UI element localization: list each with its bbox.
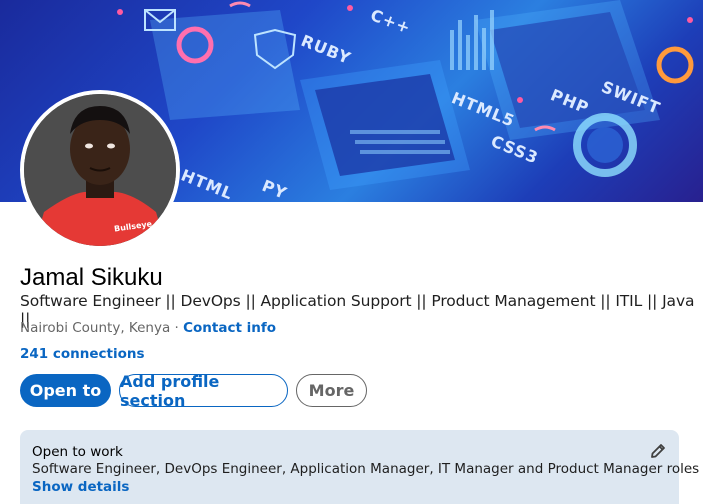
- profile-avatar[interactable]: Bullseye: [20, 90, 180, 250]
- contact-info-link[interactable]: Contact info: [183, 320, 276, 336]
- profile-location: Nairobi County, Kenya: [20, 320, 171, 336]
- location-separator: ·: [170, 320, 184, 336]
- open-to-button[interactable]: Open to: [20, 374, 111, 407]
- show-details-link[interactable]: Show details: [32, 479, 129, 495]
- avatar-photo: [24, 94, 176, 246]
- connections-link[interactable]: 241 connections: [20, 346, 145, 362]
- add-profile-section-button[interactable]: Add profile section: [119, 372, 288, 410]
- open-to-work-title: Open to work: [32, 444, 123, 460]
- more-button[interactable]: More: [296, 374, 367, 407]
- pencil-icon[interactable]: [649, 442, 667, 460]
- location-line: Nairobi County, Kenya · Contact info: [20, 320, 276, 336]
- profile-name: Jamal Sikuku: [20, 264, 163, 291]
- open-to-work-roles: Software Engineer, DevOps Engineer, Appl…: [32, 461, 700, 477]
- open-to-work-card: Open to work Software Engineer, DevOps E…: [20, 430, 699, 504]
